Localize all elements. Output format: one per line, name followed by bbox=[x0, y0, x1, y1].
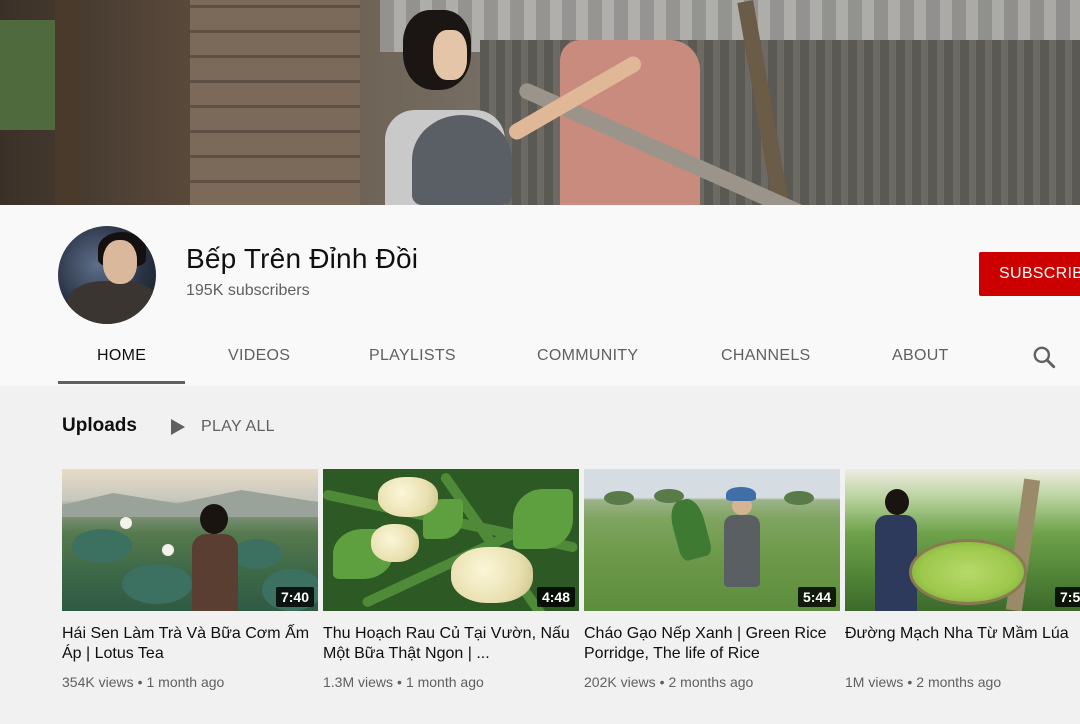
video-thumbnail[interactable]: 4:48 bbox=[323, 469, 579, 611]
video-card[interactable]: 4:48 Thu Hoạch Rau Củ Tại Vườn, Nấu Một … bbox=[323, 469, 579, 690]
channel-banner bbox=[0, 0, 1080, 205]
video-meta: 1M views • 2 months ago bbox=[845, 674, 1002, 690]
video-duration: 4:48 bbox=[536, 587, 575, 607]
video-meta: 354K views • 1 month ago bbox=[62, 674, 225, 690]
video-meta: 1.3M views • 1 month ago bbox=[323, 674, 484, 690]
upload-age: 2 months ago bbox=[916, 674, 1002, 690]
upload-age: 1 month ago bbox=[405, 674, 484, 690]
upload-age: 2 months ago bbox=[668, 674, 754, 690]
video-card[interactable]: 7:5 Đường Mạch Nha Từ Mầm Lúa 1M views • 2… bbox=[845, 469, 1080, 690]
channel-header: Bếp Trên Đỉnh Đồi 195K subscribers SUBSC… bbox=[0, 205, 1080, 386]
video-title[interactable]: Cháo Gạo Nếp Xanh | Green Rice Porridge,… bbox=[584, 624, 840, 664]
video-title[interactable]: Đường Mạch Nha Từ Mầm Lúa bbox=[845, 624, 1080, 664]
channel-avatar[interactable] bbox=[58, 226, 156, 324]
active-tab-indicator bbox=[58, 381, 185, 384]
tab-about[interactable]: ABOUT bbox=[892, 347, 949, 365]
channel-tabs: HOME VIDEOS PLAYLISTS COMMUNITY CHANNELS… bbox=[0, 330, 1080, 386]
video-title[interactable]: Thu Hoạch Rau Củ Tại Vườn, Nấu Một Bữa T… bbox=[323, 624, 579, 664]
video-title[interactable]: Hái Sen Làm Trà Và Bữa Cơm Ấm Áp | Lotus… bbox=[62, 624, 318, 664]
channel-title: Bếp Trên Đỉnh Đồi bbox=[186, 243, 419, 274]
video-thumbnail[interactable]: 7:5 bbox=[845, 469, 1080, 611]
subscriber-count: 195K subscribers bbox=[186, 282, 310, 299]
search-icon[interactable] bbox=[1031, 344, 1057, 370]
upload-age: 1 month ago bbox=[146, 674, 225, 690]
video-card[interactable]: 5:44 Cháo Gạo Nếp Xanh | Green Rice Porr… bbox=[584, 469, 840, 690]
video-thumbnail[interactable]: 5:44 bbox=[584, 469, 840, 611]
uploads-heading[interactable]: Uploads bbox=[62, 415, 137, 437]
subscribe-button[interactable]: SUBSCRIBE bbox=[979, 252, 1080, 296]
play-all-button[interactable]: PLAY ALL bbox=[170, 415, 275, 439]
view-count: 354K views bbox=[62, 674, 134, 690]
tab-playlists[interactable]: PLAYLISTS bbox=[369, 347, 456, 365]
video-card[interactable]: 7:40 Hái Sen Làm Trà Và Bữa Cơm Ấm Áp | … bbox=[62, 469, 318, 690]
tab-home[interactable]: HOME bbox=[97, 347, 146, 365]
play-icon bbox=[171, 419, 185, 435]
view-count: 1M views bbox=[845, 674, 904, 690]
video-meta: 202K views • 2 months ago bbox=[584, 674, 754, 690]
play-all-label: PLAY ALL bbox=[201, 418, 275, 435]
tab-community[interactable]: COMMUNITY bbox=[537, 347, 638, 365]
view-count: 202K views bbox=[584, 674, 656, 690]
video-duration: 5:44 bbox=[797, 587, 836, 607]
video-duration: 7:5 bbox=[1055, 587, 1080, 607]
video-duration: 7:40 bbox=[275, 587, 314, 607]
tab-channels[interactable]: CHANNELS bbox=[721, 347, 811, 365]
view-count: 1.3M views bbox=[323, 674, 394, 690]
video-thumbnail[interactable]: 7:40 bbox=[62, 469, 318, 611]
tab-videos[interactable]: VIDEOS bbox=[228, 347, 290, 365]
